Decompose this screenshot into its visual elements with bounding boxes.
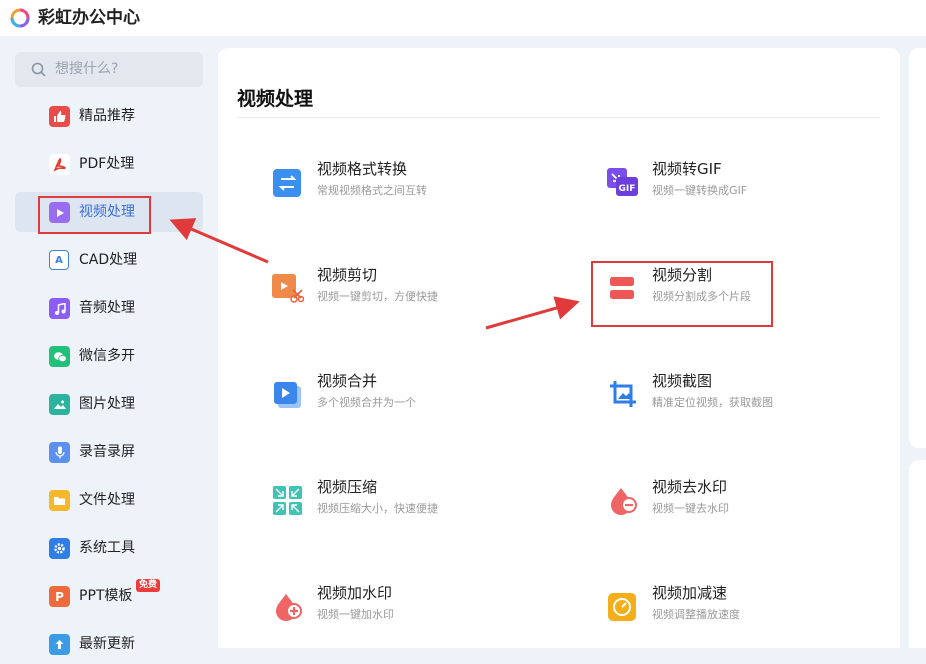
gif-icon: GIF bbox=[607, 168, 638, 196]
sidebar-item-update[interactable]: 最新更新 bbox=[15, 624, 203, 664]
sidebar-item-label: PDF处理 bbox=[79, 156, 135, 172]
sidebar-item-system[interactable]: 系统工具 bbox=[15, 528, 203, 568]
sidebar-item-label: 视频处理 bbox=[79, 204, 135, 220]
sidebar-item-label: PPT模板 bbox=[79, 588, 133, 604]
free-badge: 免费 bbox=[136, 579, 161, 592]
sidebar-item-label: 录音录屏 bbox=[79, 444, 135, 460]
thumbs-up-icon bbox=[49, 106, 70, 127]
sidebar-item-label: 微信多开 bbox=[79, 348, 135, 364]
search-box[interactable]: 想搜什么? bbox=[15, 52, 203, 87]
title-divider bbox=[237, 117, 880, 118]
crop-icon bbox=[610, 381, 636, 407]
tool-video-remove-watermark[interactable]: 视频去水印 视频一键去水印 bbox=[607, 476, 867, 528]
tool-desc: 视频一键加水印 bbox=[317, 608, 394, 621]
tool-video-speed[interactable]: 视频加减速 视频调整播放速度 bbox=[607, 582, 867, 634]
mic-icon bbox=[49, 442, 70, 463]
tool-name: 视频截图 bbox=[652, 372, 713, 390]
main-panel: 视频处理 视频格式转换 常规视频格式之间互转 GIF 视频转GIF 视频一键转换… bbox=[218, 48, 900, 648]
tool-name: 视频转GIF bbox=[652, 160, 722, 178]
tool-name: 视频去水印 bbox=[652, 478, 728, 496]
update-icon bbox=[49, 634, 70, 655]
sidebar-item-label: 精品推荐 bbox=[79, 108, 135, 124]
merge-icon bbox=[274, 382, 301, 408]
tool-name: 视频压缩 bbox=[317, 478, 378, 496]
tool-video-merge[interactable]: 视频合并 多个视频合并为一个 bbox=[272, 370, 532, 422]
search-input[interactable]: 想搜什么? bbox=[55, 52, 118, 87]
tool-desc: 视频一键去水印 bbox=[652, 502, 729, 515]
sidebar-item-pdf[interactable]: PDF处理 bbox=[15, 144, 203, 184]
right-side-panel bbox=[909, 48, 926, 448]
sidebar-item-label: 音频处理 bbox=[79, 300, 135, 316]
tool-desc: 视频调整播放速度 bbox=[652, 608, 740, 621]
add-watermark-icon bbox=[276, 594, 302, 621]
cad-icon: A bbox=[49, 250, 69, 270]
tool-video-cut[interactable]: 视频剪切 视频一键剪切，方便快捷 bbox=[272, 264, 532, 316]
sidebar-item-label: CAD处理 bbox=[79, 252, 138, 268]
ppt-icon: P bbox=[49, 586, 70, 607]
sidebar-item-label: 系统工具 bbox=[79, 540, 135, 556]
page-title: 视频处理 bbox=[237, 88, 314, 110]
folder-icon bbox=[49, 490, 70, 511]
music-icon bbox=[49, 298, 70, 319]
tool-video-split[interactable]: 视频分割 视频分割成多个片段 bbox=[607, 264, 867, 316]
rainbow-logo-icon bbox=[10, 8, 30, 28]
tool-video-screenshot[interactable]: 视频截图 精准定位视频，获取截图 bbox=[607, 370, 867, 422]
sidebar-item-record[interactable]: 录音录屏 bbox=[15, 432, 203, 472]
tool-desc: 视频分割成多个片段 bbox=[652, 290, 751, 303]
sidebar-item-video[interactable]: 视频处理 bbox=[15, 192, 203, 232]
speed-icon bbox=[608, 593, 636, 621]
remove-watermark-icon bbox=[611, 488, 637, 515]
top-bar: 彩虹办公中心 bbox=[0, 0, 926, 36]
tool-video-compress[interactable]: 视频压缩 视频压缩大小，快速便捷 bbox=[272, 476, 532, 528]
tool-desc: 视频压缩大小，快速便捷 bbox=[317, 502, 438, 515]
compress-icon bbox=[273, 486, 302, 515]
tool-name: 视频剪切 bbox=[317, 266, 378, 284]
pdf-icon bbox=[49, 154, 70, 175]
tool-video-add-watermark[interactable]: 视频加水印 视频一键加水印 bbox=[272, 582, 532, 634]
right-side-panel-lower bbox=[909, 460, 926, 648]
play-icon bbox=[49, 202, 70, 223]
sidebar-item-cad[interactable]: A CAD处理 bbox=[15, 240, 203, 280]
tool-video-format-convert[interactable]: 视频格式转换 常规视频格式之间互转 bbox=[272, 158, 532, 210]
split-icon bbox=[610, 277, 634, 299]
sidebar-item-label: 文件处理 bbox=[79, 492, 135, 508]
tool-desc: 精准定位视频，获取截图 bbox=[652, 396, 773, 409]
tool-name: 视频合并 bbox=[317, 372, 378, 390]
tool-desc: 视频一键剪切，方便快捷 bbox=[317, 290, 438, 303]
sidebar-item-file[interactable]: 文件处理 bbox=[15, 480, 203, 520]
sidebar-item-wechat[interactable]: 微信多开 bbox=[15, 336, 203, 376]
svg-text:GIF: GIF bbox=[619, 184, 636, 194]
sidebar-item-label: 图片处理 bbox=[79, 396, 135, 412]
sidebar-item-audio[interactable]: 音频处理 bbox=[15, 288, 203, 328]
sidebar-item-label: 最新更新 bbox=[79, 636, 135, 652]
gear-icon bbox=[49, 538, 70, 559]
sidebar-item-image[interactable]: 图片处理 bbox=[15, 384, 203, 424]
tool-desc: 视频一键转换成GIF bbox=[652, 184, 748, 197]
search-icon bbox=[31, 62, 46, 77]
tool-name: 视频加水印 bbox=[317, 584, 393, 602]
app-title: 彩虹办公中心 bbox=[38, 8, 140, 28]
swap-icon bbox=[273, 169, 301, 197]
sidebar-item-recommend[interactable]: 精品推荐 bbox=[15, 96, 203, 136]
image-icon bbox=[49, 394, 70, 415]
tool-desc: 多个视频合并为一个 bbox=[317, 396, 416, 409]
tool-name: 视频加减速 bbox=[652, 584, 728, 602]
sidebar-item-ppt[interactable]: P PPT模板 免费 bbox=[15, 576, 203, 616]
wechat-icon bbox=[49, 346, 70, 367]
tool-video-to-gif[interactable]: GIF 视频转GIF 视频一键转换成GIF bbox=[607, 158, 867, 210]
cut-icon bbox=[272, 274, 304, 303]
tool-name: 视频格式转换 bbox=[317, 160, 408, 178]
sidebar: 想搜什么? 精品推荐 PDF处理 视频处理 A CAD处理 音频处理 微信多开 … bbox=[0, 36, 217, 655]
tool-name: 视频分割 bbox=[652, 266, 713, 284]
tool-desc: 常规视频格式之间互转 bbox=[317, 184, 427, 197]
